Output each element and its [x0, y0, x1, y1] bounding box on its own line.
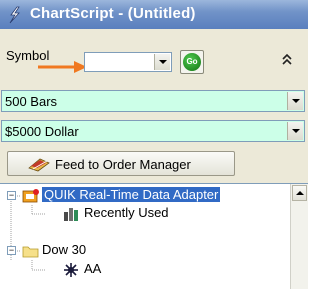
bars-select[interactable]: 500 Bars [1, 90, 305, 112]
chevron-down-icon[interactable] [287, 92, 303, 110]
go-button[interactable]: Go [180, 50, 204, 74]
feed-button-label: Feed to Order Manager [55, 157, 191, 172]
tree-node-aa[interactable]: AA [0, 261, 290, 279]
node-label: QUIK Real-Time Data Adapter [42, 187, 221, 202]
chartscript-icon [9, 6, 20, 24]
tree-node-quik-adapter[interactable]: − QUIK Real-Time Data Adapter [0, 187, 290, 205]
bars-select-value: 500 Bars [5, 94, 58, 109]
feed-to-order-manager-button[interactable]: Feed to Order Manager [7, 151, 235, 176]
chevron-down-icon[interactable] [287, 122, 303, 140]
chartscript-panel: ChartScript - (Untitled) Symbol Go 500 B… [0, 0, 308, 289]
tree-node-recently-used[interactable]: Recently Used [0, 205, 290, 223]
tree-scrollbar[interactable] [290, 184, 308, 289]
recently-used-icon [64, 208, 78, 221]
stock-icon [64, 263, 78, 277]
node-label: Recently Used [84, 205, 169, 220]
data-adapter-icon [22, 189, 39, 203]
node-label: Dow 30 [42, 242, 87, 257]
arrow-icon [38, 61, 87, 73]
order-manager-icon [28, 158, 50, 172]
symbol-combo[interactable] [84, 52, 172, 72]
chevron-down-icon[interactable] [154, 54, 170, 70]
title-bar[interactable]: ChartScript - (Untitled) [0, 0, 308, 29]
collapse-node-icon[interactable]: − [7, 246, 16, 255]
go-icon: Go [183, 53, 201, 71]
node-label: AA [84, 261, 102, 276]
tree-node-dow-30[interactable]: − Dow 30 [0, 242, 290, 260]
data-tree[interactable]: − QUIK Real-Time Data Adapter Recently U… [0, 183, 308, 289]
window-title: ChartScript - (Untitled) [30, 5, 196, 22]
collapse-node-icon[interactable]: − [7, 191, 16, 200]
position-size-select[interactable]: $5000 Dollar [1, 120, 305, 142]
folder-icon [22, 246, 39, 258]
collapse-up-icon[interactable] [280, 53, 294, 67]
position-size-value: $5000 Dollar [5, 124, 79, 139]
scroll-up-icon[interactable] [292, 185, 307, 201]
